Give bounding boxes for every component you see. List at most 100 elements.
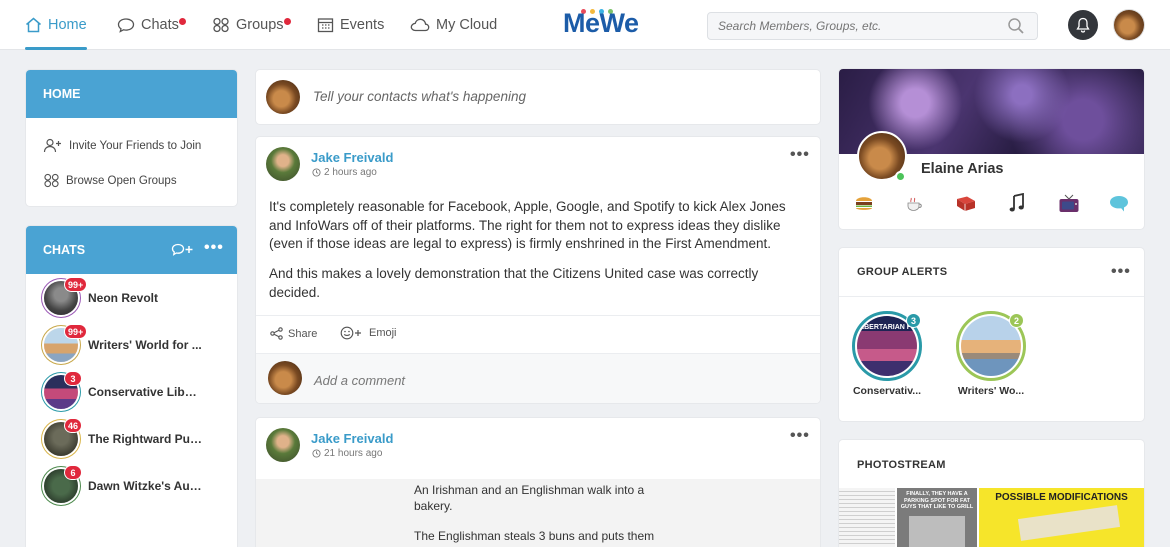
add-emoji-icon <box>340 326 361 340</box>
post-author[interactable]: Jake Freivald <box>311 431 393 446</box>
clock-icon <box>312 449 321 458</box>
profile-card: Elaine Arias <box>839 69 1144 229</box>
chat-name: Writers' World for ... <box>88 338 202 352</box>
new-chat-icon[interactable] <box>171 243 195 257</box>
emoji-label: Emoji <box>369 327 397 339</box>
online-status-indicator <box>895 171 906 182</box>
author-avatar[interactable] <box>266 147 300 181</box>
emoji-button[interactable]: Emoji <box>340 326 397 340</box>
group-alert-name[interactable]: Writers' Wo... <box>951 385 1031 397</box>
tv-icon[interactable] <box>1058 194 1080 214</box>
post-paragraph: And this makes a lovely demonstration th… <box>269 266 759 300</box>
chats-card-title: CHATS <box>43 243 86 257</box>
post-card: Jake Freivald 2 hours ago ••• It's compl… <box>256 137 820 403</box>
home-card: HOME Invite Your Friends to Join Browse … <box>26 70 237 206</box>
share-button[interactable]: Share <box>270 327 317 340</box>
photostream-thumbnail[interactable]: POSSIBLE MODIFICATIONS <box>979 488 1144 547</box>
groups-notification-dot <box>284 18 291 25</box>
groups-icon <box>213 17 229 33</box>
nav-home[interactable]: Home <box>25 0 87 50</box>
share-label: Share <box>288 327 318 340</box>
search-input[interactable] <box>707 12 1038 40</box>
browse-groups-label: Browse Open Groups <box>66 174 177 187</box>
mewe-logo[interactable]: MeWe <box>563 8 639 39</box>
chat-avatar: 46 <box>44 418 83 456</box>
commenter-avatar <box>268 361 302 395</box>
nav-my-cloud[interactable]: My Cloud <box>410 0 497 50</box>
chat-avatar: 6 <box>44 465 82 503</box>
group-alerts-card: GROUP ALERTS ••• LIBERTARIAN FR 3 Conser… <box>839 248 1144 421</box>
post-composer[interactable]: Tell your contacts what's happening <box>256 70 820 124</box>
book-icon[interactable] <box>955 195 977 213</box>
speech-bubble-icon[interactable] <box>1108 194 1130 214</box>
chat-avatar: 99+ <box>44 277 88 315</box>
nav-events-label: Events <box>340 17 385 33</box>
nav-groups[interactable]: Groups <box>212 0 284 50</box>
invite-friends-label: Invite Your Friends to Join <box>69 139 202 152</box>
search-icon[interactable] <box>1007 17 1025 35</box>
chat-item[interactable]: 46 The Rightward Pus... <box>44 418 237 457</box>
composer-placeholder[interactable]: Tell your contacts what's happening <box>313 89 526 104</box>
profile-name[interactable]: Elaine Arias <box>921 161 1003 177</box>
post-timestamp: 21 hours ago <box>312 448 382 459</box>
image-text-line: An Irishman and an Englishman walk into … <box>414 483 645 497</box>
post-author[interactable]: Jake Freivald <box>311 150 393 165</box>
post-options-icon[interactable]: ••• <box>790 147 810 163</box>
nav-chats[interactable]: Chats <box>117 0 179 50</box>
bell-icon <box>1076 17 1090 33</box>
chat-bubble-icon <box>117 18 135 33</box>
post-time-label: 2 hours ago <box>324 167 377 178</box>
unread-badge: 99+ <box>64 324 88 339</box>
chat-name: Dawn Witzke's Aut... <box>88 479 203 493</box>
user-avatar[interactable] <box>1114 10 1144 40</box>
group-alert-name[interactable]: Conservativ... <box>847 385 927 397</box>
composer-avatar <box>266 80 300 114</box>
unread-badge: 46 <box>64 418 83 433</box>
comment-input[interactable]: Add a comment <box>314 373 405 388</box>
chat-avatar: 3 <box>44 371 82 409</box>
photostream-title: PHOTOSTREAM <box>857 459 946 471</box>
post-card: Jake Freivald 21 hours ago ••• An Irishm… <box>256 418 820 547</box>
chat-item[interactable]: 99+ Writers' World for ... <box>44 324 237 363</box>
post-image[interactable]: An Irishman and an Englishman walk into … <box>256 479 820 547</box>
clock-icon <box>312 168 321 177</box>
add-person-icon <box>43 138 61 153</box>
chat-item[interactable]: 3 Conservative Liber... <box>44 371 237 410</box>
chats-more-icon[interactable]: ••• <box>204 239 224 257</box>
music-note-icon[interactable] <box>1009 193 1025 213</box>
notifications-button[interactable] <box>1068 10 1098 40</box>
top-navigation-bar: Home Chats Groups Events My Cloud MeWe <box>0 0 1170 50</box>
browse-groups-link[interactable]: Browse Open Groups <box>26 163 237 198</box>
post-paragraph: It's completely reasonable for Facebook,… <box>269 199 786 251</box>
photostream-card: PHOTOSTREAM FINALLY, THEY HAVE A PARKING… <box>839 440 1144 547</box>
post-options-icon[interactable]: ••• <box>790 428 810 444</box>
burger-icon[interactable] <box>854 193 874 213</box>
group-alerts-more-icon[interactable]: ••• <box>1111 264 1131 280</box>
photostream-thumbnail[interactable]: FINALLY, THEY HAVE A PARKING SPOT FOR FA… <box>897 488 977 547</box>
nav-my-cloud-label: My Cloud <box>436 17 498 33</box>
chats-notification-dot <box>179 18 186 25</box>
photostream-thumbnail[interactable] <box>839 488 895 547</box>
thumbnail-caption: POSSIBLE MODIFICATIONS <box>995 492 1128 503</box>
chat-name: Conservative Liber... <box>88 385 203 399</box>
group-alert-badge: 3 <box>906 313 921 328</box>
nav-home-label: Home <box>48 17 87 33</box>
image-text-line: bakery. <box>414 499 453 513</box>
thumbnail-graphic <box>909 516 965 547</box>
chat-item[interactable]: 6 Dawn Witzke's Aut... <box>44 465 237 504</box>
group-alert-badge: 2 <box>1009 313 1024 328</box>
unread-badge: 99+ <box>64 277 88 292</box>
unread-badge: 3 <box>64 371 82 386</box>
author-avatar[interactable] <box>266 428 300 462</box>
nav-chats-label: Chats <box>141 17 179 33</box>
divider <box>256 315 820 316</box>
nav-groups-label: Groups <box>236 17 284 33</box>
share-icon <box>270 327 283 340</box>
coffee-icon[interactable] <box>905 195 925 213</box>
image-text-line: The Englishman steals 3 buns and puts th… <box>414 529 655 543</box>
post-time-label: 21 hours ago <box>324 448 383 459</box>
invite-friends-link[interactable]: Invite Your Friends to Join <box>26 128 237 163</box>
chat-name: The Rightward Pus... <box>88 432 203 446</box>
chat-item[interactable]: 99+ Neon Revolt <box>44 277 237 316</box>
nav-events[interactable]: Events <box>317 0 384 50</box>
